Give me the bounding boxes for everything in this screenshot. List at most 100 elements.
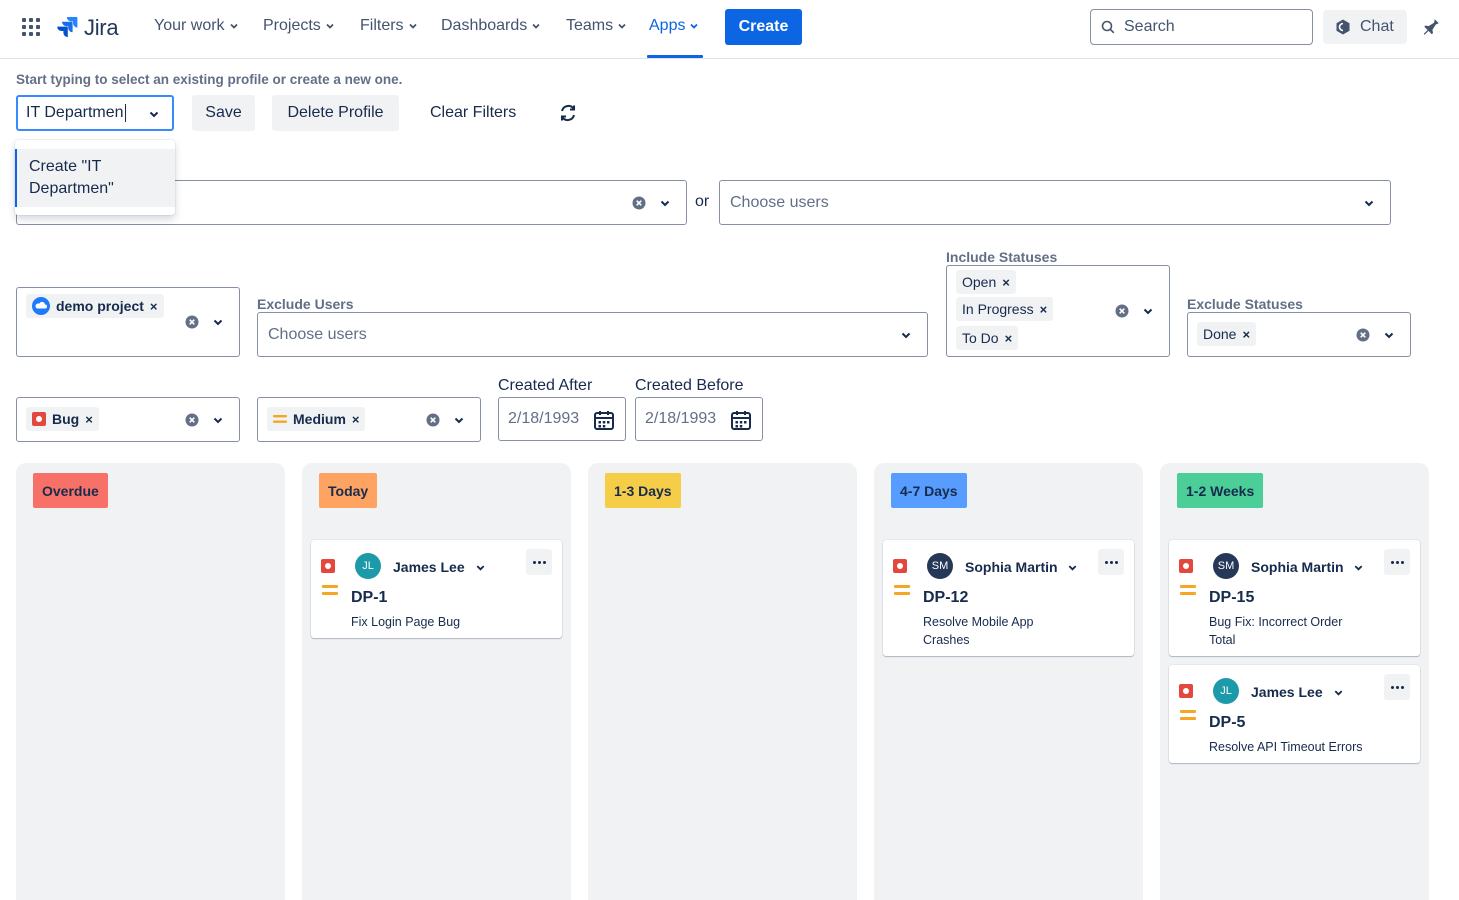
remove-chip-icon[interactable]: ×: [352, 412, 360, 427]
created-before-input[interactable]: 2/18/1993: [635, 397, 763, 441]
jira-logo-icon: [57, 17, 78, 38]
create-profile-option[interactable]: Create "IT Departmen": [15, 149, 175, 207]
clear-icon[interactable]: [185, 413, 199, 427]
created-before-value[interactable]: 2/18/1993: [645, 410, 716, 428]
remove-chip-icon[interactable]: ×: [1242, 327, 1250, 342]
chevron-down-icon[interactable]: [1333, 687, 1344, 698]
issue-key[interactable]: DP-12: [923, 589, 968, 607]
priority-medium-icon: [273, 415, 287, 423]
more-actions-button[interactable]: [1098, 549, 1124, 575]
choose-users-select[interactable]: Choose users: [719, 180, 1391, 225]
clear-icon[interactable]: [1356, 328, 1370, 342]
issue-card[interactable]: SM Sophia Martin DP-15 Bug Fix: Incorrec…: [1169, 540, 1420, 656]
calendar-icon[interactable]: [593, 409, 615, 431]
status-chip-label: In Progress: [962, 301, 1034, 317]
project-cloud-icon: [32, 297, 50, 315]
more-actions-button[interactable]: [1384, 674, 1410, 700]
issue-card[interactable]: JL James Lee DP-1 Fix Login Page Bug: [311, 540, 562, 638]
assignee-name[interactable]: Sophia Martin: [1251, 559, 1343, 575]
remove-chip-icon[interactable]: ×: [85, 412, 93, 427]
exclude-users-placeholder: Choose users: [268, 326, 367, 343]
assignee-name[interactable]: James Lee: [1251, 684, 1323, 700]
priority-medium-icon: [322, 585, 338, 595]
remove-chip-icon[interactable]: ×: [1040, 302, 1048, 317]
chevron-down-icon[interactable]: [1383, 329, 1395, 341]
search-box[interactable]: [1090, 9, 1313, 45]
project-select[interactable]: demo project ×: [16, 287, 240, 357]
priority-chip: Medium ×: [267, 407, 366, 431]
include-statuses-select[interactable]: Open × In Progress × To Do ×: [946, 265, 1170, 357]
remove-chip-icon[interactable]: ×: [1005, 331, 1013, 346]
avatar[interactable]: JL: [1213, 678, 1239, 704]
avatar[interactable]: SM: [927, 553, 953, 579]
save-button[interactable]: Save: [192, 95, 255, 131]
more-actions-button[interactable]: [526, 549, 552, 575]
status-chip-label: Open: [962, 274, 997, 290]
issue-type-select[interactable]: Bug ×: [16, 397, 240, 442]
chevron-down-icon[interactable]: [1363, 197, 1375, 209]
status-chip-open: Open ×: [956, 270, 1016, 294]
search-input[interactable]: [1124, 18, 1294, 36]
remove-chip-icon[interactable]: ×: [150, 299, 158, 314]
clear-icon[interactable]: [426, 413, 440, 427]
jira-logo[interactable]: Jira: [56, 15, 119, 41]
profile-select-value[interactable]: IT Departmen: [26, 104, 124, 122]
created-after-value[interactable]: 2/18/1993: [508, 410, 579, 428]
delete-profile-button[interactable]: Delete Profile: [272, 95, 399, 131]
exclude-users-select[interactable]: Choose users: [257, 312, 928, 357]
clear-icon[interactable]: [1115, 304, 1129, 318]
notifications-icon[interactable]: [1421, 17, 1441, 37]
assignee-name[interactable]: Sophia Martin: [965, 559, 1057, 575]
profile-hint: Start typing to select an existing profi…: [16, 72, 403, 87]
avatar[interactable]: SM: [1213, 553, 1239, 579]
nav-filters[interactable]: Filters: [360, 17, 418, 35]
column-badge-overdue: Overdue: [33, 473, 108, 508]
issue-card[interactable]: SM Sophia Martin DP-12 Resolve Mobile Ap…: [883, 540, 1134, 656]
chevron-down-icon[interactable]: [659, 197, 671, 209]
issue-summary: Fix Login Page Bug: [351, 615, 461, 629]
chevron-down-icon: [618, 23, 626, 29]
chevron-down-icon[interactable]: [212, 414, 224, 426]
chevron-down-icon[interactable]: [1353, 562, 1364, 573]
chevron-down-icon[interactable]: [148, 108, 160, 120]
more-actions-button[interactable]: [1384, 549, 1410, 575]
chat-button[interactable]: Chat: [1323, 10, 1407, 44]
issue-key[interactable]: DP-5: [1209, 714, 1245, 732]
nav-apps-label: Apps: [649, 17, 686, 34]
clear-icon[interactable]: [632, 196, 646, 210]
nav-apps[interactable]: Apps: [649, 17, 699, 35]
profile-select[interactable]: IT Departmen: [16, 95, 174, 131]
app-switcher-icon[interactable]: [22, 18, 40, 36]
nav-dashboards[interactable]: Dashboards: [441, 17, 541, 35]
create-button[interactable]: Create: [725, 9, 802, 45]
nav-your-work-label: Your work: [154, 17, 225, 34]
nav-teams-label: Teams: [566, 17, 614, 34]
refresh-icon[interactable]: [557, 102, 579, 124]
chevron-down-icon[interactable]: [212, 316, 224, 328]
remove-chip-icon[interactable]: ×: [1002, 275, 1010, 290]
issue-key[interactable]: DP-15: [1209, 589, 1254, 607]
nav-your-work[interactable]: Your work: [154, 17, 239, 35]
nav-projects-label: Projects: [263, 17, 321, 34]
status-chip-label: Done: [1203, 326, 1237, 342]
clear-icon[interactable]: [185, 315, 199, 329]
assignee-name[interactable]: James Lee: [393, 559, 465, 575]
nav-projects[interactable]: Projects: [263, 17, 335, 35]
chevron-down-icon[interactable]: [900, 329, 912, 341]
issue-card[interactable]: JL James Lee DP-5 Resolve API Timeout Er…: [1169, 665, 1420, 763]
clear-filters-button[interactable]: Clear Filters: [430, 95, 516, 131]
created-after-input[interactable]: 2/18/1993: [498, 397, 626, 441]
chevron-down-icon[interactable]: [1142, 305, 1154, 317]
chevron-down-icon[interactable]: [453, 414, 465, 426]
status-chip-label: To Do: [962, 330, 999, 346]
priority-select[interactable]: Medium ×: [257, 397, 481, 442]
project-chip-label: demo project: [56, 298, 144, 314]
chevron-down-icon[interactable]: [475, 562, 486, 573]
avatar[interactable]: JL: [355, 553, 381, 579]
issue-key[interactable]: DP-1: [351, 589, 387, 607]
issue-type-chip-label: Bug: [52, 411, 80, 427]
calendar-icon[interactable]: [730, 409, 752, 431]
chevron-down-icon[interactable]: [1067, 562, 1078, 573]
exclude-statuses-select[interactable]: Done ×: [1187, 312, 1411, 357]
nav-teams[interactable]: Teams: [566, 17, 627, 35]
